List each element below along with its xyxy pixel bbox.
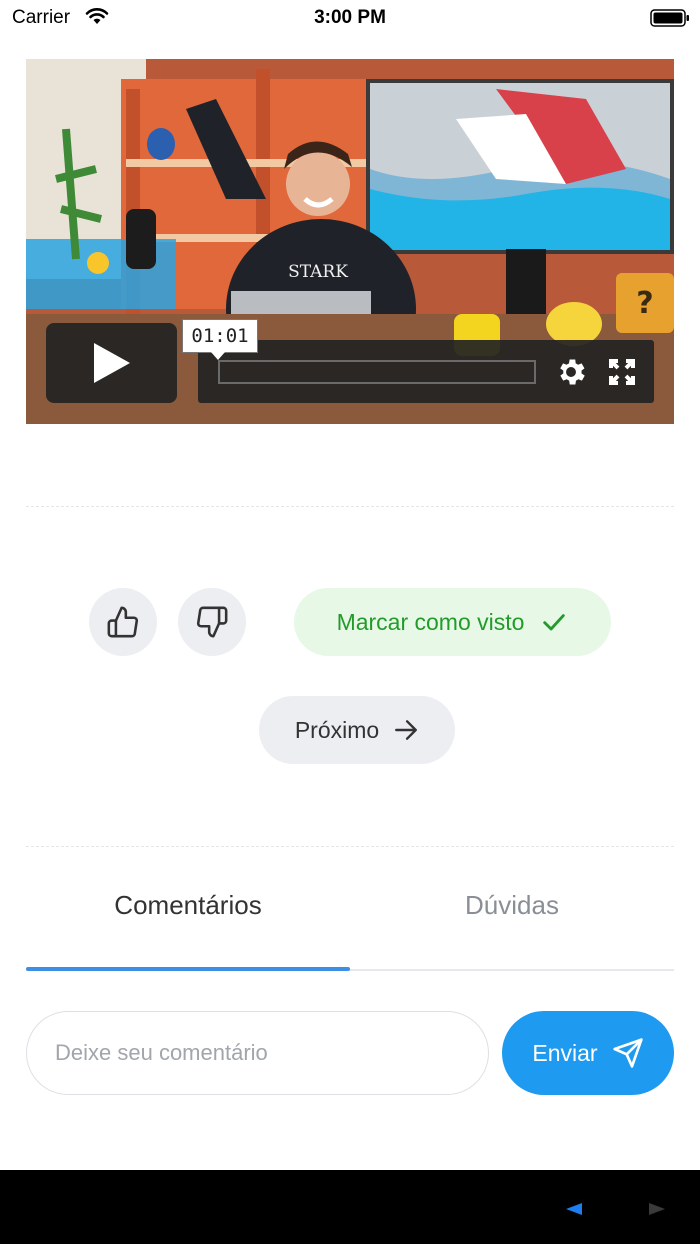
thumbs-down-icon	[196, 606, 228, 638]
status-bar: Carrier 3:00 PM	[0, 0, 700, 36]
gear-icon[interactable]	[554, 355, 588, 389]
fullscreen-icon[interactable]	[608, 358, 636, 386]
next-label: Próximo	[294, 716, 380, 743]
time-tooltip: 01:01	[182, 319, 258, 360]
status-time: 3:00 PM	[314, 7, 386, 28]
shirt-print: STARK	[288, 262, 348, 282]
video-player[interactable]: STARK ? 01:01	[26, 59, 674, 424]
svg-text:?: ?	[636, 286, 653, 321]
battery-icon	[650, 9, 689, 27]
like-button[interactable]	[89, 588, 157, 656]
dislike-button[interactable]	[178, 588, 246, 656]
arrow-right-icon	[395, 720, 418, 740]
mark-watched-button[interactable]: Marcar como visto	[294, 588, 611, 656]
thumbs-up-icon	[107, 606, 139, 638]
bottom-nav-bar	[0, 1170, 700, 1244]
divider	[26, 846, 674, 847]
tab-active-indicator	[26, 967, 350, 971]
divider	[26, 506, 674, 507]
check-icon	[543, 614, 566, 631]
tab-doubts[interactable]: Dúvidas	[350, 890, 674, 921]
video-controls	[198, 340, 654, 403]
send-button[interactable]: Enviar	[502, 1011, 674, 1095]
send-label: Enviar	[532, 1039, 598, 1066]
progress-bar[interactable]	[218, 360, 536, 384]
play-button[interactable]	[46, 323, 177, 403]
nav-forward-icon[interactable]	[649, 1203, 665, 1215]
comment-input[interactable]	[26, 1011, 489, 1095]
next-button[interactable]: Próximo	[259, 696, 455, 764]
tab-comments[interactable]: Comentários	[26, 890, 350, 921]
send-icon	[612, 1038, 643, 1068]
mark-watched-label: Marcar como visto	[336, 608, 525, 635]
nav-back-icon[interactable]	[566, 1203, 582, 1215]
play-icon	[93, 343, 130, 383]
